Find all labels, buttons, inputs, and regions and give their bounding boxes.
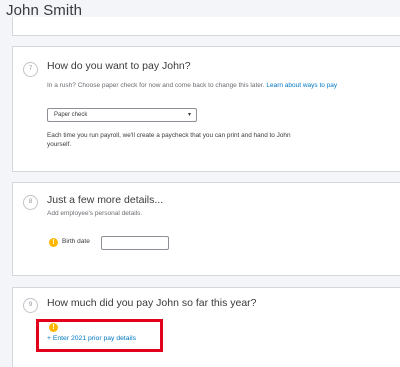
- subtitle-text: In a rush? Choose paper check for now an…: [47, 82, 265, 89]
- pay-method-section: 7 How do you want to pay John? In a rush…: [12, 46, 400, 172]
- enter-prior-pay-link[interactable]: + Enter 2021 prior pay details: [47, 335, 136, 342]
- step-number: 7: [23, 62, 38, 77]
- warning-icon: !: [49, 323, 58, 332]
- section-title: Just a few more details...: [47, 194, 164, 206]
- details-section: 8 Just a few more details... Add employe…: [12, 182, 400, 276]
- section-title: How do you want to pay John?: [47, 60, 191, 72]
- step-number: 9: [23, 298, 38, 313]
- birth-date-field[interactable]: [101, 236, 169, 250]
- pay-method-selected-value: Paper check: [54, 112, 88, 118]
- pay-method-description: Each time you run payroll, we'll create …: [47, 132, 291, 148]
- chevron-down-icon: ▾: [187, 112, 191, 118]
- section-subtitle: Add employee's personal details.: [47, 210, 143, 217]
- warning-icon: !: [49, 238, 58, 247]
- step-number: 8: [23, 195, 38, 210]
- learn-ways-to-pay-link[interactable]: Learn about ways to pay: [266, 82, 337, 89]
- section-title: How much did you pay John so far this ye…: [47, 297, 257, 309]
- pay-method-select[interactable]: Paper check ▾: [47, 108, 197, 122]
- previous-section-card: [12, 17, 400, 36]
- section-subtitle: In a rush? Choose paper check for now an…: [47, 82, 337, 89]
- birth-date-label: Birth date: [62, 238, 90, 245]
